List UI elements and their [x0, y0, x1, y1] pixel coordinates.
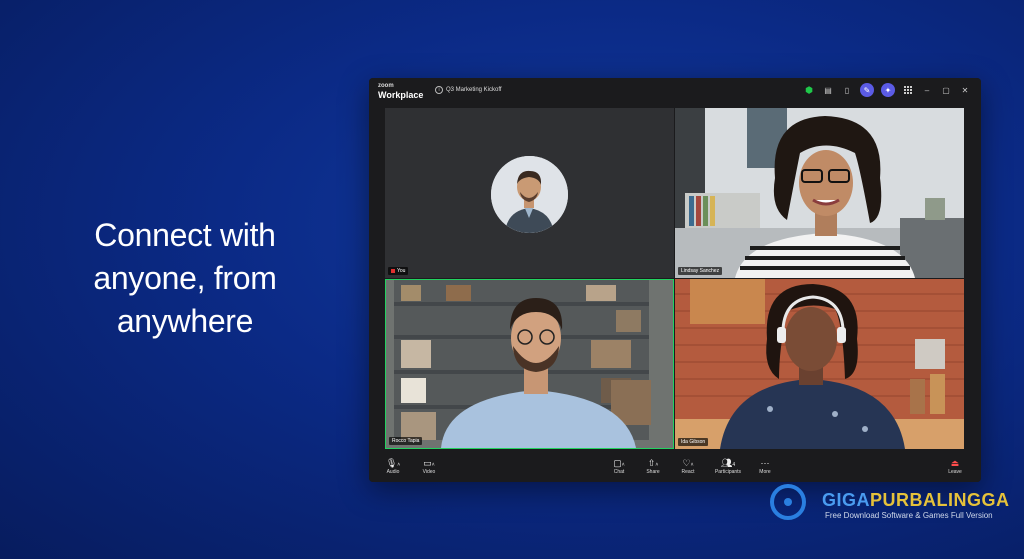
share-button[interactable]: ⇧˄ Share — [641, 457, 665, 475]
video-label: Video — [422, 469, 436, 475]
mic-muted-icon — [391, 268, 395, 273]
participants-icon: 👥︎4 — [720, 458, 736, 468]
participant-name: You — [388, 267, 409, 275]
share-label: Share — [646, 469, 660, 475]
info-icon[interactable]: i — [435, 86, 443, 94]
tagline: Connect with anyone, from anywhere — [60, 214, 310, 343]
audio-label: Audio — [386, 469, 400, 475]
zoom-window: zoom Workplace i Q3 Marketing Kickoff ⬢ … — [369, 78, 981, 482]
whiteboard-pen-icon[interactable]: ✎ — [860, 83, 874, 97]
react-button[interactable]: ♡˄ React — [676, 457, 700, 475]
meeting-title-text: Q3 Marketing Kickoff — [446, 87, 502, 93]
video-tile-you[interactable]: You — [385, 108, 674, 278]
ai-companion-icon[interactable]: ✦ — [881, 83, 895, 97]
title-bar-icons: ⬢ ▤ ▯ ✎ ✦ – ▢ ✕ — [803, 83, 971, 97]
more-dots-icon: ⋯ — [760, 458, 770, 468]
clipboard-icon[interactable]: ▯ — [841, 84, 853, 96]
participant-name: Lindsay Sanchez — [678, 267, 723, 275]
logo-top: zoom — [378, 83, 394, 89]
audio-button[interactable]: 🎙︎˄ Audio — [381, 457, 405, 475]
participants-button[interactable]: 👥︎4 Participants — [712, 457, 744, 475]
video-tile-rocco-active-speaker[interactable]: Rocco Tapia — [385, 279, 674, 449]
video-camera-icon: ▭˄ — [423, 458, 435, 468]
share-screen-icon: ⇧˄ — [647, 458, 659, 468]
avatar — [491, 156, 568, 233]
watermark-title: GIGAPURBALINGGA — [822, 490, 1010, 510]
leave-door-icon: ⏏ — [950, 458, 960, 468]
notes-icon[interactable]: ▤ — [822, 84, 834, 96]
watermark: GIGAPURBALINGGA Free Download Software &… — [770, 482, 1020, 532]
meeting-title[interactable]: i Q3 Marketing Kickoff — [435, 86, 502, 94]
tagline-line-1: Connect with — [94, 217, 276, 253]
chat-button[interactable]: ▢˄ Chat — [607, 457, 631, 475]
participant-name: Ida Gibson — [678, 438, 709, 446]
close-icon[interactable]: ✕ — [959, 84, 971, 96]
video-feed — [386, 280, 673, 448]
leave-label: Leave — [948, 469, 962, 475]
video-tile-lindsay[interactable]: Lindsay Sanchez — [675, 108, 964, 278]
watermark-logo-icon — [770, 484, 806, 520]
video-feed — [675, 108, 964, 278]
apps-grid-icon[interactable] — [902, 84, 914, 96]
microphone-muted-icon: 🎙︎˄ — [385, 458, 401, 468]
chat-label: Chat — [613, 469, 625, 475]
maximize-icon[interactable]: ▢ — [940, 84, 952, 96]
heart-icon: ♡˄ — [682, 458, 694, 468]
more-button[interactable]: ⋯ More — [753, 457, 777, 475]
participants-count: 4 — [732, 462, 736, 468]
video-feed — [675, 279, 964, 449]
minimize-icon[interactable]: – — [921, 84, 933, 96]
more-label: More — [759, 469, 771, 475]
tagline-line-2: anyone, from — [93, 260, 277, 296]
participants-label: Participants — [714, 469, 742, 475]
logo-bottom: Workplace — [378, 90, 424, 100]
shield-icon[interactable]: ⬢ — [803, 84, 815, 96]
leave-button[interactable]: ⏏ Leave — [943, 457, 967, 475]
meeting-toolbar: 🎙︎˄ Audio ▭˄ Video ▢˄ Chat ⇧˄ Share ♡˄ R… — [369, 452, 981, 482]
zoom-logo: zoom Workplace — [378, 82, 424, 100]
react-label: React — [681, 469, 695, 475]
watermark-subtitle: Free Download Software & Games Full Vers… — [825, 511, 993, 520]
video-tile-ida[interactable]: Ida Gibson — [675, 279, 964, 449]
participant-name: Rocco Tapia — [389, 437, 423, 445]
title-bar: zoom Workplace i Q3 Marketing Kickoff ⬢ … — [369, 78, 981, 104]
chat-bubble-icon: ▢˄ — [613, 458, 625, 468]
tagline-line-3: anywhere — [116, 303, 254, 339]
video-button[interactable]: ▭˄ Video — [417, 457, 441, 475]
